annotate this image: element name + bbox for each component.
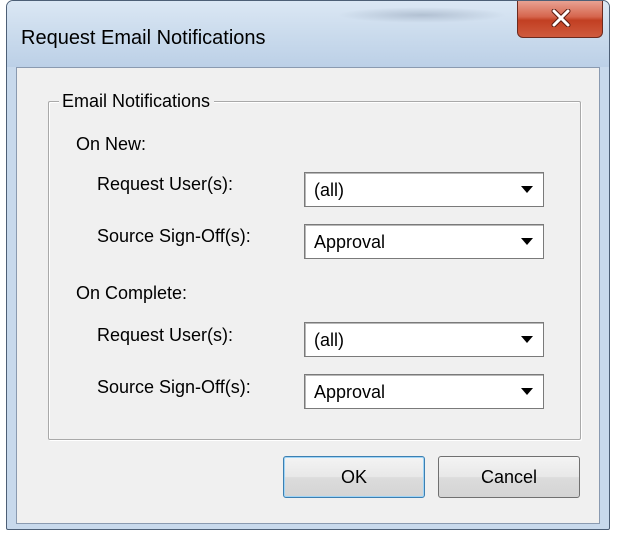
chevron-down-icon[interactable] <box>512 376 542 407</box>
on-new-request-users-label: Request User(s): <box>97 174 234 194</box>
close-x-icon <box>551 9 571 27</box>
window-title: Request Email Notifications <box>21 27 266 49</box>
on-new-source-signoffs-combo[interactable]: Approval <box>304 224 544 259</box>
dialog-window: Request Email Notifications Email Notifi… <box>6 0 610 530</box>
combo-value: Approval <box>314 382 386 402</box>
on-new-request-users-combo[interactable]: (all) <box>304 172 544 207</box>
chevron-down-icon[interactable] <box>512 174 542 205</box>
combo-value: (all) <box>314 180 344 200</box>
on-complete-source-signoffs-label: Source Sign-Off(s): <box>97 377 251 397</box>
on-complete-request-users-combo[interactable]: (all) <box>304 322 544 357</box>
close-button[interactable] <box>517 1 603 38</box>
combo-value: Approval <box>314 232 386 252</box>
on-new-heading: On New: <box>76 134 147 154</box>
chevron-down-icon[interactable] <box>512 324 542 355</box>
on-complete-source-signoffs-combo[interactable]: Approval <box>304 374 544 409</box>
title-bar-glare <box>337 7 507 23</box>
on-complete-request-users-label: Request User(s): <box>97 325 234 345</box>
chevron-down-icon[interactable] <box>512 226 542 257</box>
cancel-button[interactable]: Cancel <box>438 456 580 498</box>
title-bar[interactable]: Request Email Notifications <box>7 1 609 67</box>
dialog-client-area: Email Notifications On New: Request User… <box>16 67 600 524</box>
on-new-source-signoffs-label: Source Sign-Off(s): <box>97 226 251 246</box>
on-complete-heading: On Complete: <box>76 283 188 303</box>
combo-value: (all) <box>314 330 344 350</box>
ok-button[interactable]: OK <box>283 456 425 498</box>
groupbox-legend: Email Notifications <box>59 91 215 112</box>
